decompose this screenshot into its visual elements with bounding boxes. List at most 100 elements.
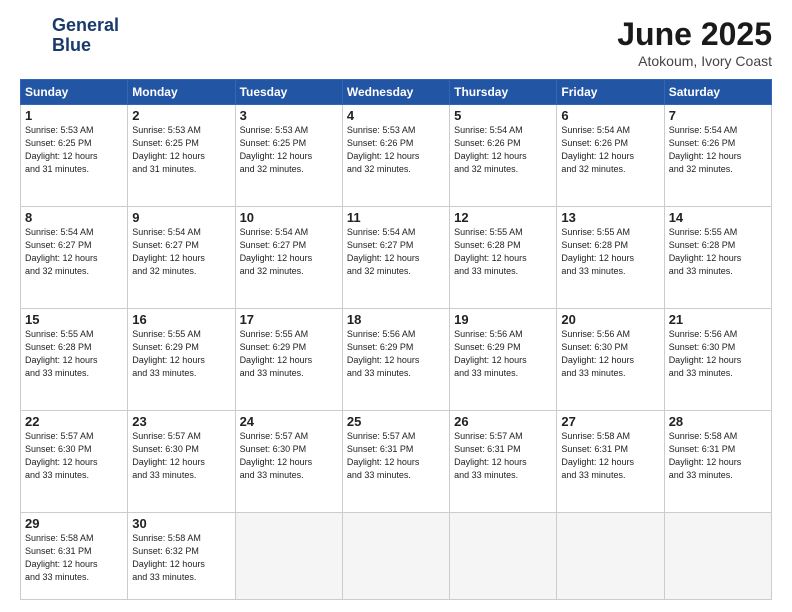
day-number: 30 [132,516,230,531]
day-info: Sunrise: 5:57 AM Sunset: 6:30 PM Dayligh… [25,430,123,482]
calendar-day: 30Sunrise: 5:58 AM Sunset: 6:32 PM Dayli… [128,512,235,599]
calendar-day: 7Sunrise: 5:54 AM Sunset: 6:26 PM Daylig… [664,105,771,207]
day-number: 22 [25,414,123,429]
calendar-day: 14Sunrise: 5:55 AM Sunset: 6:28 PM Dayli… [664,206,771,308]
day-info: Sunrise: 5:55 AM Sunset: 6:29 PM Dayligh… [132,328,230,380]
calendar-day: 4Sunrise: 5:53 AM Sunset: 6:26 PM Daylig… [342,105,449,207]
day-info: Sunrise: 5:57 AM Sunset: 6:31 PM Dayligh… [454,430,552,482]
calendar-day [342,512,449,599]
day-number: 23 [132,414,230,429]
calendar-day: 21Sunrise: 5:56 AM Sunset: 6:30 PM Dayli… [664,308,771,410]
day-info: Sunrise: 5:57 AM Sunset: 6:31 PM Dayligh… [347,430,445,482]
header: General Blue June 2025 Atokoum, Ivory Co… [20,16,772,69]
day-number: 8 [25,210,123,225]
day-number: 29 [25,516,123,531]
calendar-day [450,512,557,599]
day-number: 10 [240,210,338,225]
calendar-day: 1Sunrise: 5:53 AM Sunset: 6:25 PM Daylig… [21,105,128,207]
calendar-day: 23Sunrise: 5:57 AM Sunset: 6:30 PM Dayli… [128,410,235,512]
day-number: 25 [347,414,445,429]
day-info: Sunrise: 5:55 AM Sunset: 6:28 PM Dayligh… [669,226,767,278]
calendar-day: 5Sunrise: 5:54 AM Sunset: 6:26 PM Daylig… [450,105,557,207]
day-info: Sunrise: 5:54 AM Sunset: 6:26 PM Dayligh… [669,124,767,176]
calendar-header-tuesday: Tuesday [235,80,342,105]
day-number: 18 [347,312,445,327]
calendar-header-sunday: Sunday [21,80,128,105]
calendar-week-2: 8Sunrise: 5:54 AM Sunset: 6:27 PM Daylig… [21,206,772,308]
page: General Blue June 2025 Atokoum, Ivory Co… [0,0,792,612]
day-info: Sunrise: 5:56 AM Sunset: 6:30 PM Dayligh… [561,328,659,380]
calendar-day: 11Sunrise: 5:54 AM Sunset: 6:27 PM Dayli… [342,206,449,308]
day-number: 26 [454,414,552,429]
day-info: Sunrise: 5:56 AM Sunset: 6:30 PM Dayligh… [669,328,767,380]
day-number: 13 [561,210,659,225]
day-number: 24 [240,414,338,429]
calendar-day: 18Sunrise: 5:56 AM Sunset: 6:29 PM Dayli… [342,308,449,410]
day-number: 28 [669,414,767,429]
calendar-day: 2Sunrise: 5:53 AM Sunset: 6:25 PM Daylig… [128,105,235,207]
day-number: 11 [347,210,445,225]
day-info: Sunrise: 5:57 AM Sunset: 6:30 PM Dayligh… [240,430,338,482]
day-info: Sunrise: 5:56 AM Sunset: 6:29 PM Dayligh… [454,328,552,380]
day-number: 9 [132,210,230,225]
day-number: 19 [454,312,552,327]
day-info: Sunrise: 5:54 AM Sunset: 6:27 PM Dayligh… [132,226,230,278]
calendar-header-monday: Monday [128,80,235,105]
calendar-day [235,512,342,599]
subtitle: Atokoum, Ivory Coast [617,53,772,69]
day-number: 17 [240,312,338,327]
day-info: Sunrise: 5:55 AM Sunset: 6:28 PM Dayligh… [561,226,659,278]
logo-line2: Blue [52,36,119,56]
day-number: 7 [669,108,767,123]
calendar-day: 10Sunrise: 5:54 AM Sunset: 6:27 PM Dayli… [235,206,342,308]
calendar-day: 20Sunrise: 5:56 AM Sunset: 6:30 PM Dayli… [557,308,664,410]
day-number: 12 [454,210,552,225]
day-number: 21 [669,312,767,327]
calendar-day [664,512,771,599]
day-number: 6 [561,108,659,123]
day-info: Sunrise: 5:54 AM Sunset: 6:27 PM Dayligh… [25,226,123,278]
calendar-day: 22Sunrise: 5:57 AM Sunset: 6:30 PM Dayli… [21,410,128,512]
day-info: Sunrise: 5:53 AM Sunset: 6:26 PM Dayligh… [347,124,445,176]
calendar-week-1: 1 Sunrise: 5:53 AM Sunset: 6:25 PM Daylig… [21,105,772,207]
calendar-day: 13Sunrise: 5:55 AM Sunset: 6:28 PM Dayli… [557,206,664,308]
day-info: Sunrise: 5:55 AM Sunset: 6:28 PM Dayligh… [454,226,552,278]
day-info: Sunrise: 5:53 AM Sunset: 6:25 PM Dayligh… [240,124,338,176]
day-number: 4 [347,108,445,123]
logo: General Blue [20,16,119,56]
day-number: 20 [561,312,659,327]
main-title: June 2025 [617,16,772,53]
calendar-week-4: 22Sunrise: 5:57 AM Sunset: 6:30 PM Dayli… [21,410,772,512]
day-info: Sunrise: 5:54 AM Sunset: 6:27 PM Dayligh… [240,226,338,278]
calendar-week-3: 15Sunrise: 5:55 AM Sunset: 6:28 PM Dayli… [21,308,772,410]
day-number: 1 [25,108,123,123]
calendar-day: 8Sunrise: 5:54 AM Sunset: 6:27 PM Daylig… [21,206,128,308]
calendar-day: 24Sunrise: 5:57 AM Sunset: 6:30 PM Dayli… [235,410,342,512]
day-number: 16 [132,312,230,327]
calendar-day: 26Sunrise: 5:57 AM Sunset: 6:31 PM Dayli… [450,410,557,512]
calendar-header-thursday: Thursday [450,80,557,105]
calendar-day: 19Sunrise: 5:56 AM Sunset: 6:29 PM Dayli… [450,308,557,410]
day-info: Sunrise: 5:58 AM Sunset: 6:31 PM Dayligh… [669,430,767,482]
day-info: Sunrise: 5:54 AM Sunset: 6:26 PM Dayligh… [454,124,552,176]
day-number: 3 [240,108,338,123]
day-info: Sunrise: 5:58 AM Sunset: 6:31 PM Dayligh… [561,430,659,482]
day-number: 2 [132,108,230,123]
day-number: 14 [669,210,767,225]
calendar-day: 6Sunrise: 5:54 AM Sunset: 6:26 PM Daylig… [557,105,664,207]
calendar-header-saturday: Saturday [664,80,771,105]
calendar-day: 9Sunrise: 5:54 AM Sunset: 6:27 PM Daylig… [128,206,235,308]
day-info: Sunrise: 5:55 AM Sunset: 6:28 PM Dayligh… [25,328,123,380]
title-block: June 2025 Atokoum, Ivory Coast [617,16,772,69]
day-info: Sunrise: 5:53 AM Sunset: 6:25 PM Dayligh… [132,124,230,176]
calendar-header-friday: Friday [557,80,664,105]
calendar-header-wednesday: Wednesday [342,80,449,105]
day-info: Sunrise: 5:58 AM Sunset: 6:31 PM Dayligh… [25,532,123,584]
day-number: 15 [25,312,123,327]
day-info: Sunrise: 5:58 AM Sunset: 6:32 PM Dayligh… [132,532,230,584]
calendar-table: SundayMondayTuesdayWednesdayThursdayFrid… [20,79,772,600]
day-info: Sunrise: 5:54 AM Sunset: 6:27 PM Dayligh… [347,226,445,278]
logo-text: General Blue [52,16,119,56]
day-info: Sunrise: 5:56 AM Sunset: 6:29 PM Dayligh… [347,328,445,380]
day-number: 27 [561,414,659,429]
